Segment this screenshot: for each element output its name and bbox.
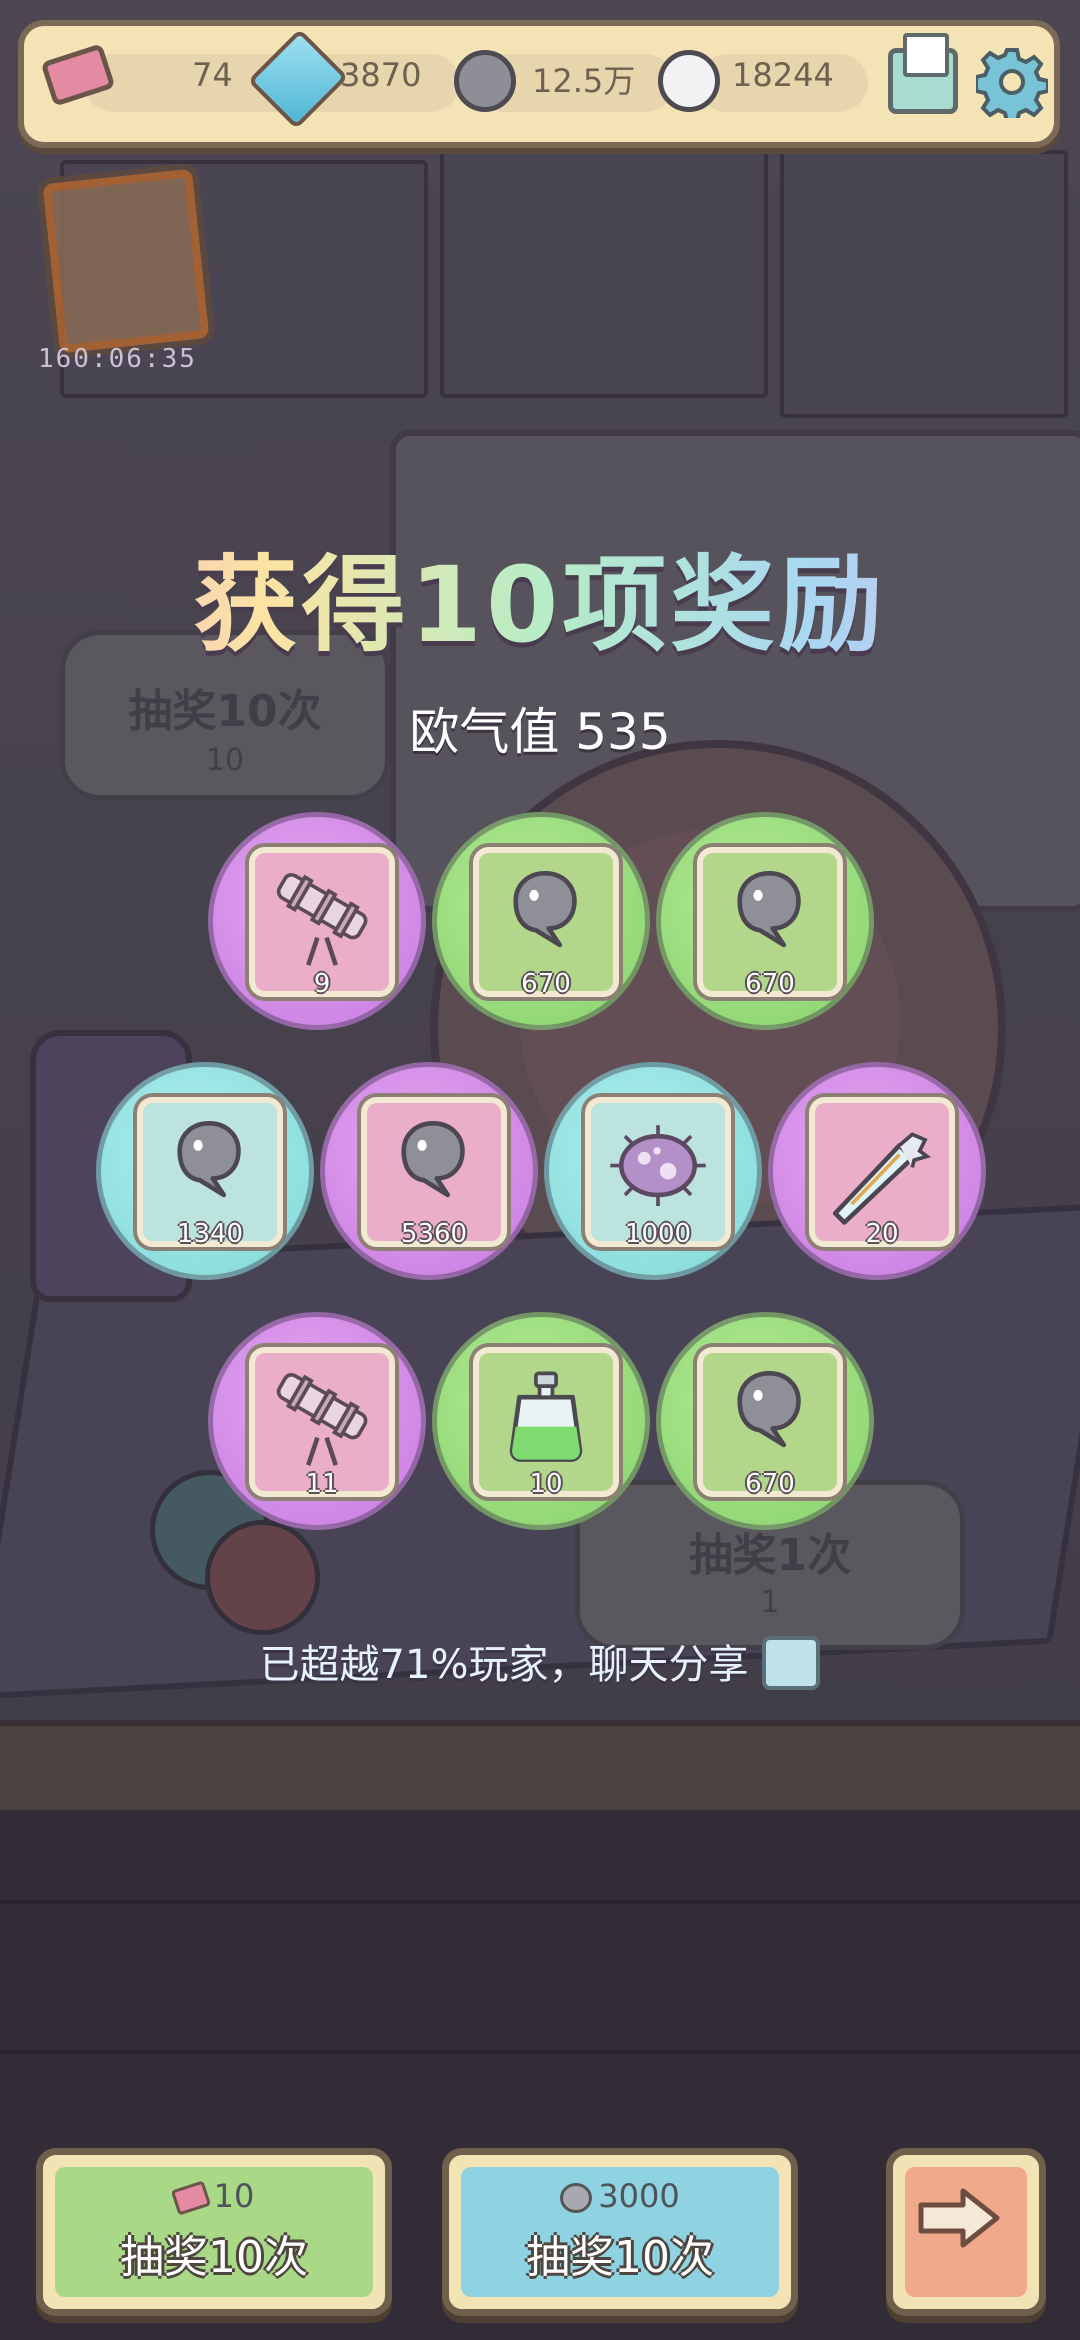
reward-item[interactable]: 11 [208, 1312, 426, 1530]
reward-item[interactable]: 1340 [96, 1062, 314, 1280]
draw10-ticket-label: 抽奖10次 [120, 2232, 308, 2283]
white-bubble-count: 18244 [732, 56, 834, 94]
event-card[interactable] [35, 162, 217, 360]
draw10-bubble-label: 抽奖10次 [526, 2232, 714, 2283]
reward-item[interactable]: 670 [656, 1312, 874, 1530]
share-text: 已超越71%玩家，聊天分享 [259, 1642, 749, 1688]
gem-count: 3870 [340, 56, 422, 94]
cost-value: 3000 [598, 2177, 680, 2215]
reward-qty: 10 [529, 1469, 563, 1499]
luck-value: 欧气值 535 [409, 703, 671, 761]
reward-qty: 670 [745, 969, 795, 999]
currency-bar: 74 3870 12.5万 18244 [18, 20, 1060, 148]
reward-item[interactable]: 670 [432, 812, 650, 1030]
reward-title: 获得10项奖励 [0, 520, 1080, 671]
share-icon[interactable] [762, 1636, 821, 1690]
mail-icon[interactable] [888, 33, 958, 114]
reward-item[interactable]: 5360 [320, 1062, 538, 1280]
white-bubble-icon [560, 2183, 593, 2213]
ticket-icon [170, 2180, 211, 2216]
reward-qty: 670 [745, 1469, 795, 1499]
reward-qty: 5360 [400, 1219, 468, 1249]
gem-icon [247, 28, 349, 130]
gray-bubble-count: 12.5万 [532, 62, 636, 100]
draw10-ticket-cost: 10 [43, 2177, 385, 2216]
reward-item[interactable]: 10 [432, 1312, 650, 1530]
white-bubble-icon [658, 50, 720, 112]
reward-item[interactable]: 9 [208, 812, 426, 1030]
draw10-ticket-button[interactable]: 10 抽奖10次 [36, 2148, 392, 2316]
reward-qty: 670 [521, 969, 571, 999]
next-button[interactable] [886, 2148, 1046, 2316]
reward-item[interactable]: 20 [768, 1062, 986, 1280]
reward-qty: 1340 [176, 1219, 244, 1249]
gear-icon[interactable] [976, 46, 1048, 118]
reward-item[interactable]: 670 [656, 812, 874, 1030]
gray-bubble-icon [454, 50, 516, 112]
reward-qty: 20 [865, 1219, 899, 1249]
draw10-bubble-cost: 3000 [449, 2177, 791, 2215]
arrow-right-icon [918, 2188, 1000, 2248]
share-row[interactable]: 已超越71%玩家，聊天分享 [0, 1632, 1080, 1694]
ticket-count: 74 [192, 56, 233, 94]
reward-qty: 9 [313, 969, 331, 999]
reward-qty: 1000 [624, 1219, 692, 1249]
reward-item[interactable]: 1000 [544, 1062, 762, 1280]
event-timer: 160:06:35 [38, 344, 197, 374]
draw10-bubble-button[interactable]: 3000 抽奖10次 [442, 2148, 798, 2316]
reward-qty: 11 [305, 1469, 339, 1499]
cost-value: 10 [213, 2177, 255, 2215]
